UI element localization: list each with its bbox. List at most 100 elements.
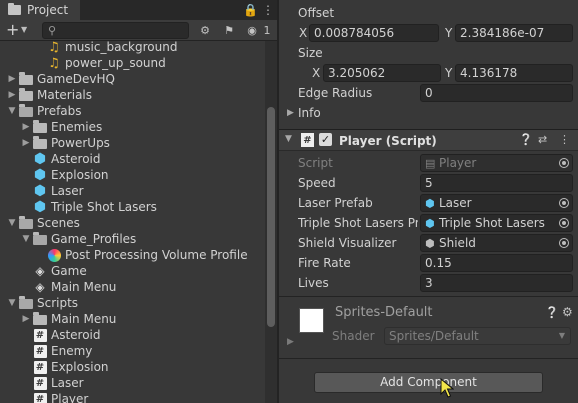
- object-picker-icon[interactable]: [559, 218, 569, 228]
- folder-icon: [32, 119, 48, 135]
- help-icon[interactable]: ❔: [545, 306, 559, 319]
- expand-arrow-icon[interactable]: ▶: [20, 135, 32, 151]
- expand-arrow-icon[interactable]: ▶: [6, 71, 18, 87]
- search-by-type-icon[interactable]: ⚙: [196, 23, 214, 38]
- presets-icon[interactable]: ⇄: [538, 133, 547, 147]
- material-preview: [299, 308, 324, 333]
- speed-field[interactable]: 5: [420, 174, 573, 192]
- tree-item[interactable]: ◈ Game: [0, 263, 265, 279]
- project-tab[interactable]: Project: [0, 0, 80, 20]
- tree-item-label: Scenes: [37, 216, 80, 230]
- info-foldout-arrow-icon[interactable]: ▶: [287, 108, 294, 118]
- tree-item[interactable]: # Explosion: [0, 359, 265, 375]
- chevron-down-icon: ▼: [558, 331, 565, 340]
- inspector-panel: Offset X 0.008784056 Y 2.384186e-07 Size…: [279, 0, 578, 403]
- size-x-field[interactable]: 3.205062: [323, 64, 441, 82]
- tree-item[interactable]: ⬢ Laser: [0, 183, 265, 199]
- object-picker-icon[interactable]: [559, 238, 569, 248]
- script-icon: #: [32, 343, 48, 359]
- unity-scene-icon: ◈: [35, 264, 45, 278]
- tree-item-label: GameDevHQ: [37, 72, 115, 86]
- laser-prefab-field[interactable]: ⬢ Laser: [420, 194, 573, 212]
- tree-item[interactable]: ⬢ Explosion: [0, 167, 265, 183]
- fire-rate-field[interactable]: 0.15: [420, 254, 573, 272]
- tree-item-label: Enemies: [51, 120, 103, 134]
- offset-y-field[interactable]: 2.384186e-07: [455, 24, 573, 42]
- tree-item-label: Asteroid: [51, 328, 101, 342]
- object-picker-icon: [559, 158, 569, 168]
- folder-icon: [32, 311, 48, 327]
- player-script-header[interactable]: ▼ # ✓ Player (Script) ❔ ⇄ ⋮: [279, 129, 578, 151]
- project-scrollbar[interactable]: [265, 41, 277, 403]
- size-y-field[interactable]: 4.136178: [455, 64, 573, 82]
- hidden-packages-icon[interactable]: ◉: [244, 23, 260, 38]
- folder-open-icon: [18, 215, 34, 231]
- project-tree: ♫ music_background ♫ power_up_sound ▶ GameDev…: [0, 39, 265, 403]
- collapse-arrow-icon[interactable]: ▼: [6, 215, 18, 231]
- tree-item-label: Enemy: [51, 344, 93, 358]
- offset-x-field[interactable]: 0.008784056: [309, 24, 439, 42]
- triple-shot-field[interactable]: ⬢ Triple Shot Lasers: [420, 214, 573, 232]
- tree-item[interactable]: ▼ Scripts: [0, 295, 265, 311]
- tree-item[interactable]: ◈ Main Menu: [0, 279, 265, 295]
- tree-item[interactable]: ▶ Main Menu: [0, 311, 265, 327]
- tree-item-label: Laser: [51, 184, 84, 198]
- tree-item[interactable]: ⬢ Asteroid: [0, 151, 265, 167]
- search-by-label-icon[interactable]: ⚑: [221, 23, 237, 38]
- add-component-button[interactable]: Add Component: [314, 372, 543, 393]
- collapse-arrow-icon[interactable]: ▼: [20, 231, 32, 247]
- component-enabled-checkbox[interactable]: ✓: [319, 133, 332, 146]
- fold-down-icon[interactable]: ▼: [285, 134, 292, 144]
- more-options-icon[interactable]: ⋮: [262, 3, 274, 17]
- tree-item[interactable]: ▶ Enemies: [0, 119, 265, 135]
- expand-arrow-icon[interactable]: ▶: [6, 87, 18, 103]
- edge-radius-field[interactable]: 0: [420, 84, 573, 102]
- offset-x-axis-label: X: [299, 26, 308, 40]
- object-picker-icon[interactable]: [559, 198, 569, 208]
- tree-item[interactable]: ▶ GameDevHQ: [0, 71, 265, 87]
- help-icon[interactable]: ❔: [519, 133, 533, 147]
- chevron-down-icon[interactable]: ▼: [21, 25, 27, 34]
- expand-arrow-icon[interactable]: ▶: [20, 119, 32, 135]
- lock-icon[interactable]: 🔒: [243, 3, 258, 17]
- tree-item[interactable]: # Laser: [0, 375, 265, 391]
- tree-item[interactable]: # Enemy: [0, 343, 265, 359]
- prefab-icon: ⬢: [33, 199, 47, 215]
- script-field: ▤ Player: [420, 154, 573, 172]
- shader-dropdown[interactable]: Sprites/Default ▼: [384, 327, 571, 345]
- tree-item-label: Explosion: [51, 168, 109, 182]
- collapse-arrow-icon[interactable]: ▼: [6, 295, 18, 311]
- tree-item-label: Laser: [51, 376, 84, 390]
- tree-item[interactable]: Post Processing Volume Profile: [0, 247, 265, 263]
- create-asset-button[interactable]: +: [6, 21, 19, 39]
- tree-item[interactable]: ▶ Materials: [0, 87, 265, 103]
- gear-icon[interactable]: ⚙: [562, 305, 573, 319]
- tree-item-label: Prefabs: [37, 104, 82, 118]
- tree-item[interactable]: ▼ Prefabs: [0, 103, 265, 119]
- prefab-icon: ⬢: [33, 167, 47, 183]
- tree-item[interactable]: ▶ PowerUps: [0, 135, 265, 151]
- shield-visualizer-label: Shield Visualizer: [298, 236, 397, 250]
- info-foldout-label[interactable]: Info: [298, 104, 321, 122]
- tree-item-label: Materials: [37, 88, 93, 102]
- more-options-icon[interactable]: ⋮: [559, 133, 570, 147]
- tree-item[interactable]: ⬢ Triple Shot Lasers: [0, 199, 265, 215]
- tree-item[interactable]: ▼ Game_Profiles: [0, 231, 265, 247]
- collapse-arrow-icon[interactable]: ▼: [6, 103, 18, 119]
- tree-item[interactable]: ♫ power_up_sound: [0, 55, 265, 71]
- tree-item[interactable]: # Player: [0, 391, 265, 403]
- lives-field[interactable]: 3: [420, 274, 573, 292]
- tree-item[interactable]: ▼ Scenes: [0, 215, 265, 231]
- tree-item[interactable]: ♫ music_background: [0, 39, 265, 55]
- scrollbar-thumb[interactable]: [267, 107, 275, 327]
- expand-arrow-icon[interactable]: ▶: [20, 311, 32, 327]
- script-icon: #: [32, 375, 48, 391]
- shield-visualizer-field[interactable]: ⬢ Shield: [420, 234, 573, 252]
- tree-item-label: Explosion: [51, 360, 109, 374]
- tree-item[interactable]: # Asteroid: [0, 327, 265, 343]
- material-foldout-arrow-icon[interactable]: ▶: [287, 337, 294, 347]
- project-search-input[interactable]: ⚲: [42, 22, 189, 39]
